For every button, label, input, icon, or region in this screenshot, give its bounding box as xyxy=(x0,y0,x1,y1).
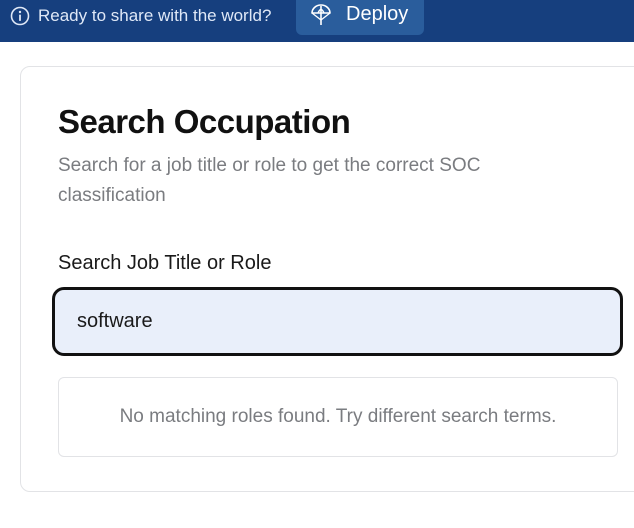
deploy-parachute-icon xyxy=(310,3,332,27)
deploy-button[interactable]: Deploy xyxy=(296,0,424,35)
job-title-search-input[interactable] xyxy=(52,287,623,356)
page-title: Search Occupation xyxy=(58,103,351,140)
deploy-banner: Ready to share with the world? Deploy xyxy=(0,0,634,42)
page-subtitle: Search for a job title or role to get th… xyxy=(58,155,481,206)
deploy-label: Deploy xyxy=(346,3,409,25)
banner-info: Ready to share with the world? xyxy=(10,6,271,26)
no-results-message: No matching roles found. Try different s… xyxy=(119,406,557,427)
info-circle-icon xyxy=(10,6,30,26)
banner-message: Ready to share with the world? xyxy=(38,6,272,25)
search-occupation-card: Search Occupation Search for a job title… xyxy=(20,66,634,492)
search-label: Search Job Title or Role xyxy=(58,252,272,274)
search-results-panel: No matching roles found. Try different s… xyxy=(58,377,618,457)
